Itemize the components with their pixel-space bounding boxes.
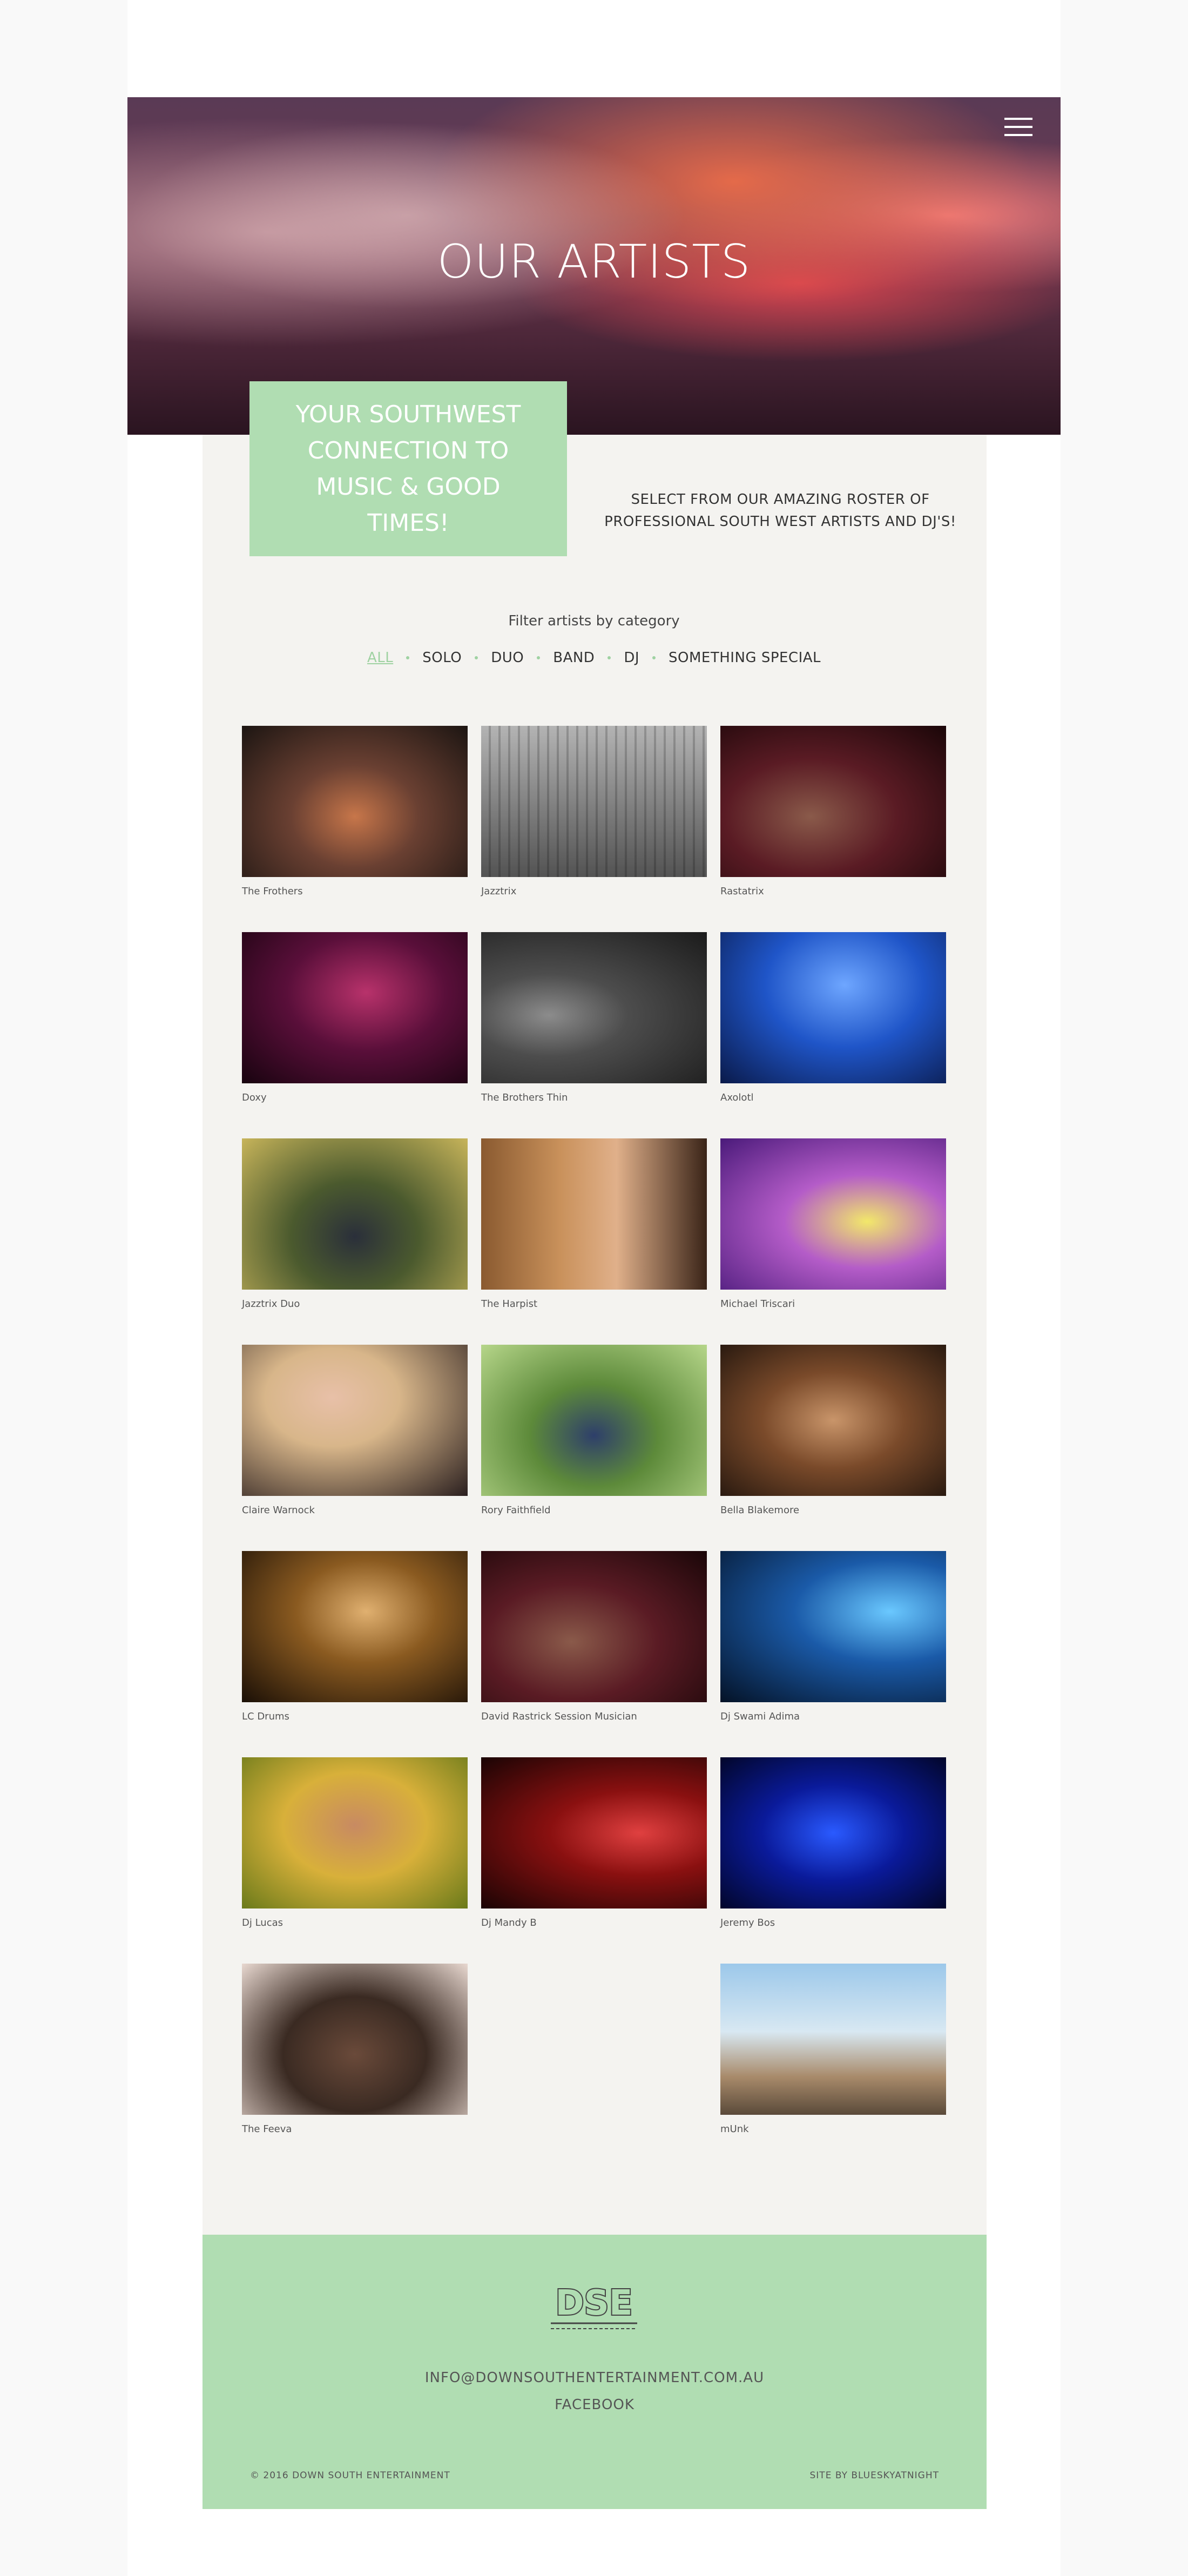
filter-duo[interactable]: DUO: [491, 650, 524, 666]
svg-text:DSE: DSE: [556, 2283, 633, 2323]
artist-name[interactable]: The Feeva: [242, 2123, 468, 2135]
intro-banner-text: YOUR SOUTHWEST CONNECTION TO MUSIC & GOO…: [295, 401, 521, 537]
filter-all[interactable]: ALL: [367, 650, 393, 666]
artist-name[interactable]: Bella Blakemore: [720, 1505, 946, 1516]
artist-photo[interactable]: [720, 726, 946, 877]
artist-card[interactable]: Dj Mandy B: [481, 1757, 707, 1928]
separator-dot: [537, 656, 541, 659]
artist-card[interactable]: LC Drums: [242, 1551, 468, 1722]
filter-solo[interactable]: SOLO: [422, 650, 462, 666]
filter-something-special[interactable]: SOMETHING SPECIAL: [669, 650, 821, 666]
artist-photo[interactable]: [720, 1345, 946, 1496]
artist-name[interactable]: David Rastrick Session Musician: [481, 1711, 707, 1722]
artist-name[interactable]: Doxy: [242, 1092, 468, 1103]
artist-card[interactable]: The Feeva: [242, 1964, 468, 2135]
dse-logo[interactable]: DSE: [546, 2278, 642, 2337]
filter-dj[interactable]: DJ: [624, 650, 639, 666]
intro-tagline: SELECT FROM OUR AMAZING ROSTER OF PROFES…: [604, 491, 956, 530]
separator-dot: [608, 656, 611, 659]
artist-name[interactable]: mUnk: [720, 2123, 946, 2135]
artist-name[interactable]: Axolotl: [720, 1092, 946, 1103]
filter-label: Filter artists by category: [508, 613, 680, 629]
artist-photo[interactable]: [481, 1757, 707, 1909]
artist-photo[interactable]: [720, 932, 946, 1083]
artist-card[interactable]: Michael Triscari: [720, 1138, 946, 1310]
artist-name[interactable]: Dj Lucas: [242, 1917, 468, 1928]
artist-name[interactable]: Dj Swami Adima: [720, 1711, 946, 1722]
artist-photo[interactable]: [242, 1757, 468, 1909]
artist-photo[interactable]: [242, 1345, 468, 1496]
artist-card[interactable]: Dj Lucas: [242, 1757, 468, 1928]
artist-name[interactable]: LC Drums: [242, 1711, 468, 1722]
artist-photo[interactable]: [242, 932, 468, 1083]
artist-card[interactable]: Jazztrix Duo: [242, 1138, 468, 1310]
site-credit-link[interactable]: SITE BY BLUESKYATNIGHT: [810, 2470, 940, 2481]
artist-photo[interactable]: [481, 726, 707, 877]
artist-name[interactable]: Rory Faithfield: [481, 1505, 707, 1516]
separator-dot: [406, 656, 410, 659]
artist-name[interactable]: Jeremy Bos: [720, 1917, 946, 1928]
artist-card[interactable]: The Harpist: [481, 1138, 707, 1310]
artist-card[interactable]: Rastatrix: [720, 726, 946, 897]
artist-name[interactable]: The Harpist: [481, 1298, 707, 1310]
page-title: OUR ARTISTS: [437, 235, 751, 289]
artist-name[interactable]: Michael Triscari: [720, 1298, 946, 1310]
artist-card[interactable]: Axolotl: [720, 932, 946, 1103]
footer-facebook-link[interactable]: FACEBOOK: [202, 2397, 987, 2413]
artist-card[interactable]: The Frothers: [242, 726, 468, 897]
separator-dot: [475, 656, 478, 659]
artist-photo[interactable]: [481, 1551, 707, 1702]
artist-card[interactable]: Bella Blakemore: [720, 1345, 946, 1516]
artist-card[interactable]: Dj Swami Adima: [720, 1551, 946, 1722]
artist-photo[interactable]: [242, 1964, 468, 2115]
artist-name[interactable]: The Brothers Thin: [481, 1092, 707, 1103]
artist-photo[interactable]: [720, 1757, 946, 1909]
artist-photo[interactable]: [720, 1964, 946, 2115]
artist-grid: The Frothers Jazztrix Rastatrix Doxy The…: [242, 726, 946, 2135]
copyright-text: © 2016 DOWN SOUTH ENTERTAINMENT: [250, 2470, 450, 2481]
artist-name[interactable]: The Frothers: [242, 886, 468, 897]
artist-name[interactable]: Jazztrix: [481, 886, 707, 897]
hamburger-menu-icon[interactable]: [1004, 118, 1032, 136]
artist-name[interactable]: Claire Warnock: [242, 1505, 468, 1516]
artist-name[interactable]: Dj Mandy B: [481, 1917, 707, 1928]
intro-banner: YOUR SOUTHWEST CONNECTION TO MUSIC & GOO…: [249, 381, 567, 556]
artist-card[interactable]: David Rastrick Session Musician: [481, 1551, 707, 1722]
artist-card[interactable]: mUnk: [720, 1964, 946, 2135]
category-filter: ALL SOLO DUO BAND DJ SOMETHING SPECIAL: [0, 650, 1188, 666]
artist-name[interactable]: Rastatrix: [720, 886, 946, 897]
site-footer: DSE INFO@DOWNSOUTHENTERTAINMENT.COM.AU F…: [202, 2235, 987, 2509]
artist-photo[interactable]: [481, 1138, 707, 1290]
separator-dot: [652, 656, 656, 659]
artist-card[interactable]: Claire Warnock: [242, 1345, 468, 1516]
artist-photo[interactable]: [242, 726, 468, 877]
artist-card[interactable]: Jeremy Bos: [720, 1757, 946, 1928]
artist-card[interactable]: Doxy: [242, 932, 468, 1103]
artist-card[interactable]: Rory Faithfield: [481, 1345, 707, 1516]
artist-card[interactable]: The Brothers Thin: [481, 932, 707, 1103]
artist-photo[interactable]: [481, 932, 707, 1083]
artist-card[interactable]: Jazztrix: [481, 726, 707, 897]
artist-photo[interactable]: [242, 1551, 468, 1702]
artist-photo[interactable]: [481, 1345, 707, 1496]
artist-photo[interactable]: [720, 1138, 946, 1290]
footer-email-link[interactable]: INFO@DOWNSOUTHENTERTAINMENT.COM.AU: [202, 2370, 987, 2386]
artist-photo[interactable]: [242, 1138, 468, 1290]
artist-photo[interactable]: [720, 1551, 946, 1702]
artist-name[interactable]: Jazztrix Duo: [242, 1298, 468, 1310]
filter-band[interactable]: BAND: [553, 650, 595, 666]
